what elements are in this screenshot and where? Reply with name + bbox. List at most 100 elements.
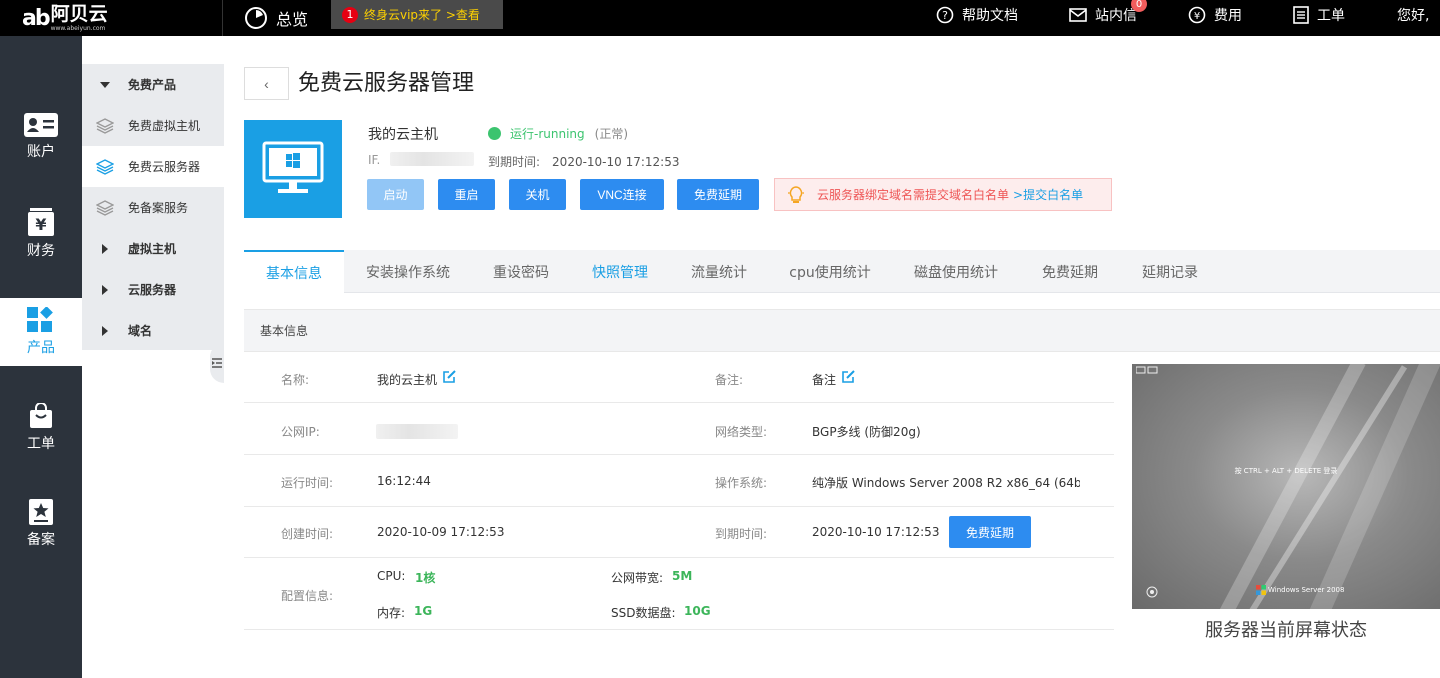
caret-down-icon xyxy=(100,81,110,88)
tab-renew-records[interactable]: 延期记录 xyxy=(1120,250,1220,293)
public-ip-redacted xyxy=(376,424,458,439)
memory-value: 1G xyxy=(414,604,433,618)
dashboard-gauge-icon xyxy=(245,7,267,29)
start-button[interactable]: 启动 xyxy=(367,179,424,210)
sidebar-item-product[interactable]: 产品 xyxy=(0,298,82,366)
submenu-item-free-filing[interactable]: 免备案服务 xyxy=(82,187,224,228)
tab-disk[interactable]: 磁盘使用统计 xyxy=(892,250,1020,293)
sidebar-item-finance[interactable]: ¥ 财务 xyxy=(0,200,82,268)
info-row-name xyxy=(244,352,1114,403)
notice-text: 云服务器绑定域名需提交域名白名单 xyxy=(817,188,1010,202)
vip-promo[interactable]: 1 终身云vip来了 >查看 xyxy=(331,0,503,29)
server-ip-redacted xyxy=(390,152,474,166)
bandwidth-value: 5M xyxy=(672,569,693,583)
submenu-group-cloud-server[interactable]: 云服务器 xyxy=(82,269,224,310)
shutdown-button[interactable]: 关机 xyxy=(509,179,566,210)
renew-inline-button[interactable]: 免费延期 xyxy=(949,516,1031,548)
server-hero-tile xyxy=(244,120,342,218)
public-ip-label: 公网IP: xyxy=(281,425,320,439)
main-sidebar: 账户 ¥ 财务 产品 工单 备案 xyxy=(0,36,82,678)
logo[interactable]: ab 阿贝云 www.abeiyun.com xyxy=(22,2,108,34)
overview-link[interactable]: 总览 xyxy=(244,2,308,34)
server-expire-label: 到期时间: xyxy=(488,155,541,169)
star-doc-icon xyxy=(29,499,53,525)
sidebar-item-account[interactable]: 账户 xyxy=(0,103,82,171)
cpu-value: 1核 xyxy=(415,571,436,585)
product-submenu: 免费产品 免费虚拟主机 免费云服务器 免备案服务 虚拟主机 云服务器 域名 xyxy=(82,64,224,350)
tab-install-os[interactable]: 安装操作系统 xyxy=(344,250,472,293)
top-bar: ab 阿贝云 www.abeiyun.com 总览 1 终身云vip来了 >查看… xyxy=(0,0,1440,36)
topbar-divider xyxy=(222,0,223,36)
sidebar-label-tickets: 工单 xyxy=(27,436,55,452)
question-icon: ? xyxy=(936,6,954,23)
account-card-icon xyxy=(24,113,58,137)
submenu-label-free-products: 免费产品 xyxy=(128,78,177,92)
bag-icon xyxy=(30,403,52,428)
submenu-label-free-cloud-server: 免费云服务器 xyxy=(128,160,201,174)
caret-right-icon xyxy=(102,284,108,295)
screen-streak xyxy=(1301,364,1440,609)
restart-button[interactable]: 重启 xyxy=(438,179,495,210)
submenu-group-vhost[interactable]: 虚拟主机 xyxy=(82,228,224,269)
sidebar-item-filing[interactable]: 备案 xyxy=(0,490,82,558)
network-type-label: 网络类型: xyxy=(715,425,768,439)
fees-link[interactable]: ¥ 费用 xyxy=(1188,0,1242,29)
tab-cpu[interactable]: cpu使用统计 xyxy=(768,250,892,293)
submenu-group-domain[interactable]: 域名 xyxy=(82,310,224,351)
svg-text:¥: ¥ xyxy=(35,215,46,234)
vnc-connect-button[interactable]: VNC连接 xyxy=(580,179,664,210)
remark-label: 备注: xyxy=(715,373,744,387)
inbox-badge: 0 xyxy=(1131,0,1147,12)
svg-text:?: ? xyxy=(942,9,948,22)
edit-name-icon[interactable] xyxy=(442,369,457,384)
network-type-value: BGP多线 (防御20g) xyxy=(812,425,921,439)
submenu-item-free-cloud-server[interactable]: 免费云服务器 xyxy=(82,146,224,187)
submenu-collapse-toggle[interactable] xyxy=(210,343,224,383)
info-row-ip xyxy=(244,403,1114,455)
server-screen-preview[interactable]: 按 CTRL + ALT + DELETE 登录 Windows Server … xyxy=(1132,364,1440,609)
layers-icon xyxy=(96,117,114,134)
tab-free-renew[interactable]: 免费延期 xyxy=(1020,250,1120,293)
remark-value: 备注 xyxy=(812,373,837,387)
ease-of-access-icon xyxy=(1146,586,1158,598)
name-label: 名称: xyxy=(281,373,310,387)
greeting-text: 您好, xyxy=(1397,7,1430,24)
renew-button[interactable]: 免费延期 xyxy=(677,179,759,210)
submenu-label-free-filing: 免备案服务 xyxy=(128,201,189,215)
tab-traffic[interactable]: 流量统计 xyxy=(670,250,768,293)
user-greeting[interactable]: 您好, xyxy=(1397,0,1429,29)
tickets-label: 工单 xyxy=(1317,7,1345,24)
screen-caption: 服务器当前屏幕状态 xyxy=(1205,620,1367,641)
vip-count-badge: 1 xyxy=(342,6,358,23)
inbox-link[interactable]: 站内信 0 xyxy=(1069,0,1147,29)
product-grid-icon xyxy=(27,307,53,332)
ssd-label: SSD数据盘: xyxy=(611,606,676,620)
collapse-menu-icon xyxy=(212,358,222,368)
sidebar-item-tickets[interactable]: 工单 xyxy=(0,394,82,462)
submit-whitelist-link[interactable]: >提交白名单 xyxy=(1013,186,1083,203)
tickets-link[interactable]: 工单 xyxy=(1293,0,1345,29)
uptime-value: 16:12:44 xyxy=(377,474,431,488)
status-text: 运行-running xyxy=(510,127,585,141)
server-ip-label: IF. xyxy=(368,153,381,167)
submenu-item-free-vhost[interactable]: 免费虚拟主机 xyxy=(82,105,224,146)
sidebar-label-account: 账户 xyxy=(27,144,55,160)
submenu-label-cloud-server: 云服务器 xyxy=(128,283,177,297)
tab-reset-password[interactable]: 重设密码 xyxy=(472,250,570,293)
uptime-label: 运行时间: xyxy=(281,476,334,490)
back-button[interactable]: ‹ xyxy=(244,67,289,100)
status-dot-icon xyxy=(488,127,501,140)
bandwidth-label: 公网带宽: xyxy=(611,571,664,585)
lightbulb-icon xyxy=(788,185,804,203)
memory-label: 内存: xyxy=(377,606,406,620)
tab-basic-info[interactable]: 基本信息 xyxy=(244,250,344,294)
layers-icon xyxy=(96,199,114,216)
expire-label: 到期时间: xyxy=(715,527,768,541)
help-docs-link[interactable]: ? 帮助文档 xyxy=(936,0,1018,29)
submenu-group-free-products[interactable]: 免费产品 xyxy=(82,64,224,105)
logo-name: 阿贝云 xyxy=(50,2,108,25)
tab-snapshot[interactable]: 快照管理 xyxy=(570,250,670,293)
status-note: (正常) xyxy=(594,127,629,141)
inbox-label: 站内信 xyxy=(1095,7,1137,24)
edit-remark-icon[interactable] xyxy=(841,369,856,384)
